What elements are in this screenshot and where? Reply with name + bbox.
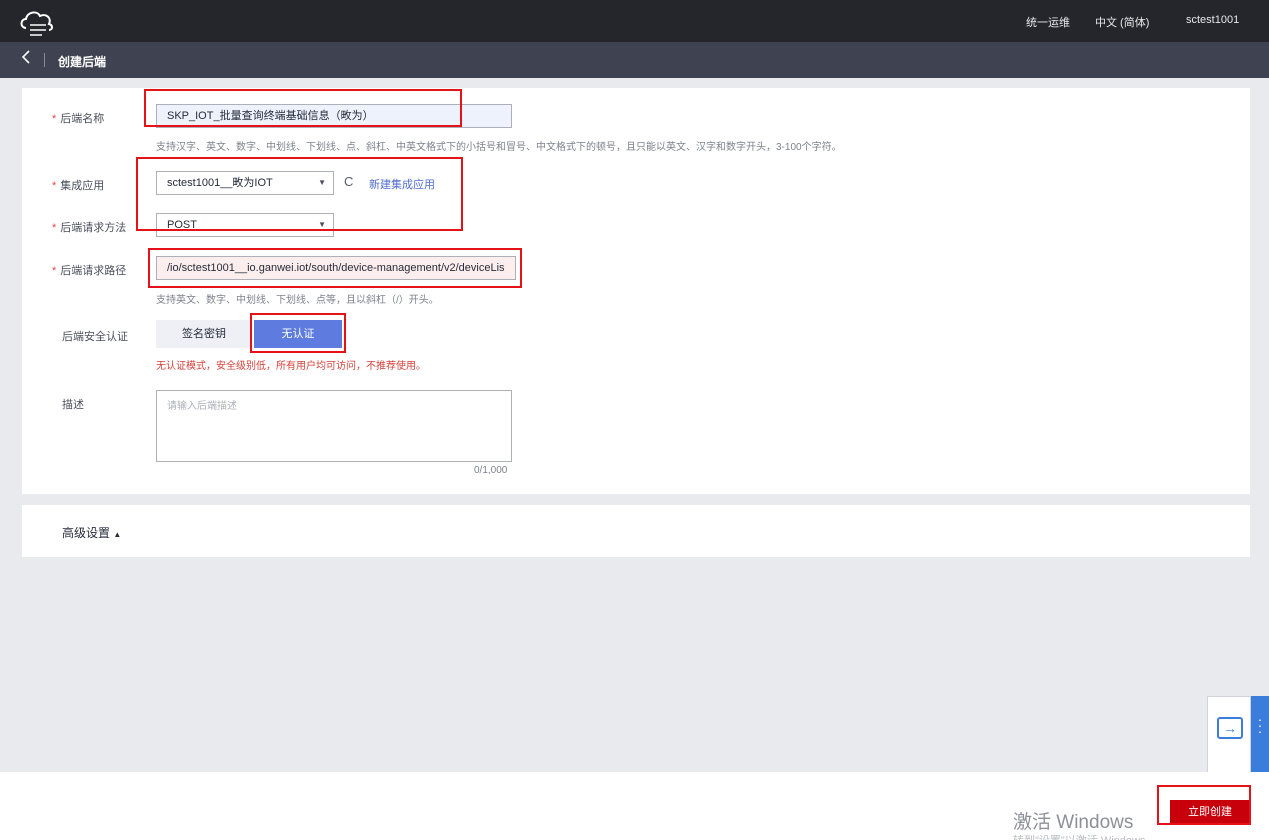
page-title: 创建后端 <box>58 55 107 69</box>
auth-option-none[interactable]: 无认证 <box>254 320 342 348</box>
integration-app-value: sctest1001__畋为IOT <box>167 177 273 189</box>
required-mark: * <box>52 222 57 234</box>
request-path-input[interactable]: /io/sctest1001__io.ganwei.iot/south/devi… <box>156 256 516 280</box>
request-path-label: * 后端请求路径 <box>52 262 126 278</box>
language-selector[interactable]: 中文 (简体) <box>1095 14 1149 30</box>
backend-name-label: * 后端名称 <box>52 110 104 126</box>
integration-app-label-text: 集成应用 <box>60 180 105 192</box>
basic-info-card: * 后端名称 SKP_IOT_批量查询终端基础信息（畋为） 支持汉字、英文、数字、… <box>22 88 1250 494</box>
auth-option-signature-key[interactable]: 签名密钥 <box>156 320 252 348</box>
create-now-button[interactable]: 立即创建 <box>1170 800 1250 824</box>
integration-app-select[interactable]: sctest1001__畋为IOT ▼ <box>156 171 334 195</box>
chevron-left-icon[interactable] <box>16 50 36 70</box>
required-mark: * <box>52 265 57 277</box>
required-mark: * <box>52 113 57 125</box>
create-integration-app-link[interactable]: 新建集成应用 <box>369 176 435 192</box>
backend-name-hint: 支持汉字、英文、数字、中划线、下划线、点、斜杠、中英文格式下的小括号和冒号、中文… <box>156 142 842 153</box>
request-method-label: * 后端请求方法 <box>52 219 126 235</box>
user-account-menu[interactable]: sctest1001 <box>1186 14 1239 26</box>
request-path-label-text: 后端请求路径 <box>60 265 127 277</box>
windows-activation-subtext: 转到"设置"以激活 Windows。 <box>1013 832 1157 840</box>
caret-down-icon: ▼ <box>318 220 326 229</box>
side-tool-panel: → <box>1207 696 1251 776</box>
request-method-select[interactable]: POST ▼ <box>156 213 334 237</box>
security-auth-warning: 无认证模式，安全级别低，所有用户均可访问，不推荐使用。 <box>156 361 426 372</box>
integration-app-label: * 集成应用 <box>52 177 104 193</box>
main-content: * 后端名称 SKP_IOT_批量查询终端基础信息（畋为） 支持汉字、英文、数字、… <box>0 78 1269 772</box>
page-footer: 激活 Windows 转到"设置"以激活 Windows。 立即创建 <box>0 772 1269 840</box>
advanced-settings-panel: 高级设置 ▲ <box>22 505 1250 557</box>
description-counter: 0/1,000 <box>474 465 508 476</box>
caret-down-icon: ▼ <box>318 178 326 187</box>
advanced-settings-toggle[interactable]: 高级设置 ▲ <box>62 524 121 541</box>
description-textarea[interactable]: 请输入后端描述 <box>156 390 512 462</box>
side-tool-menu[interactable]: · · · <box>1251 696 1269 776</box>
advanced-settings-label: 高级设置 <box>62 526 111 540</box>
export-icon[interactable]: → <box>1217 717 1243 739</box>
windows-activation-watermark: 激活 Windows <box>1013 812 1134 833</box>
more-vertical-icon[interactable]: · · · <box>1255 712 1265 738</box>
caret-up-icon: ▲ <box>113 530 122 539</box>
security-auth-label: 后端安全认证 <box>62 331 128 343</box>
cloud-icon[interactable] <box>16 6 58 38</box>
description-label: 描述 <box>62 399 84 411</box>
request-method-label-text: 后端请求方法 <box>60 222 127 234</box>
backend-name-label-text: 后端名称 <box>60 113 105 125</box>
required-mark: * <box>52 180 57 192</box>
refresh-icon[interactable]: C <box>344 174 353 189</box>
request-path-hint: 支持英文、数字、中划线、下划线、点等，且以斜杠（/）开头。 <box>156 295 439 306</box>
page-header: 创建后端 <box>0 42 1269 78</box>
request-method-value: POST <box>167 219 197 231</box>
header-divider <box>44 53 45 67</box>
top-navigation-bar: 统一运维 中文 (简体) sctest1001 <box>0 0 1269 42</box>
backend-name-input[interactable]: SKP_IOT_批量查询终端基础信息（畋为） <box>156 104 512 128</box>
ops-link[interactable]: 统一运维 <box>1026 14 1070 30</box>
